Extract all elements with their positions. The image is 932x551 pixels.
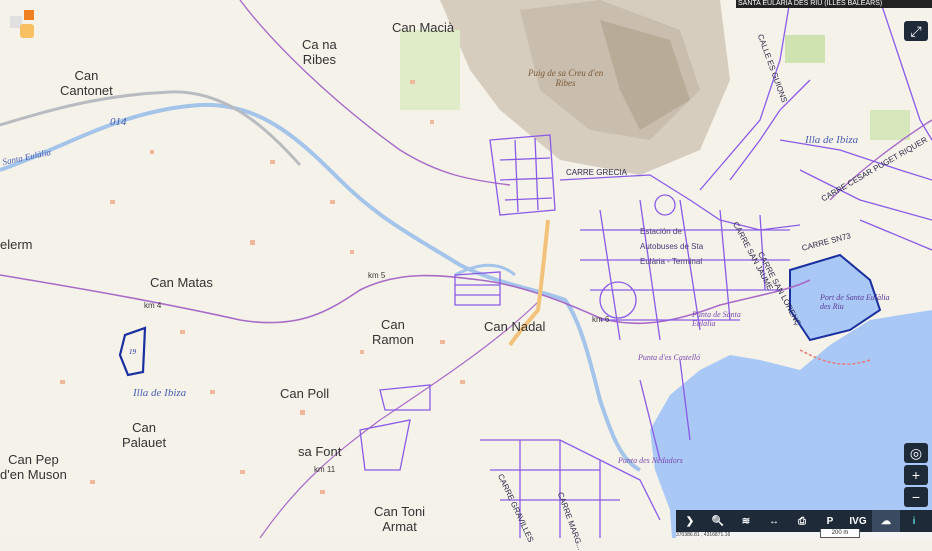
place-can-pep-en-muson: Can Pep d'en Muson: [0, 452, 67, 482]
toolbar-expand-button[interactable]: ❯: [676, 510, 704, 532]
ivg-label: IVG: [849, 515, 867, 527]
scale-bar: 200 m: [820, 529, 860, 538]
toolbar-search-button[interactable]: 🔍: [704, 510, 732, 532]
place-can-poll: Can Poll: [280, 386, 330, 401]
toolbar-basemap-button[interactable]: ☁: [872, 510, 900, 532]
km11-label: km 11: [314, 465, 336, 474]
road-014-label: 014: [110, 116, 127, 128]
plus-icon: +: [911, 467, 921, 483]
place-can-ramon: Can Ramon: [372, 317, 414, 347]
toolbar-layers-button[interactable]: ≋: [732, 510, 760, 532]
search-icon: 🔍: [711, 515, 725, 527]
place-can-macia: Can Macià: [392, 20, 455, 35]
app-logo-icon: [10, 10, 34, 38]
place-sa-font: sa Font: [298, 444, 342, 459]
peak-label: Puig de sa Creu d'en Ribes: [528, 68, 604, 88]
green-area: [400, 30, 460, 110]
fullscreen-icon: ⤢: [910, 22, 922, 39]
street-grecia: CARRE GRECIA: [566, 168, 627, 177]
map-canvas[interactable]: [0, 0, 932, 538]
place-can-toni-armat: Can Toni Armat: [374, 504, 426, 534]
bottom-toolbar: ❯ 🔍 ≋ ↔ ⎙ P IVG ☁ i: [676, 510, 932, 532]
parcel-19-label: 19: [129, 348, 136, 356]
parking-icon: P: [826, 515, 834, 527]
toolbar-measure-button[interactable]: ↔: [760, 510, 788, 532]
place-ca-na-ribes: Ca na Ribes: [302, 37, 337, 67]
measure-icon: ↔: [769, 515, 779, 527]
punta-castello-label: Punta d'es Castelló: [638, 353, 701, 362]
zoom-in-button[interactable]: +: [904, 465, 928, 485]
minus-icon: −: [911, 489, 921, 505]
nedadors-label: Punta des Nedadors: [618, 456, 683, 465]
illa-ibiza-west-label: Illa de Ibiza: [133, 387, 187, 399]
zoom-out-button[interactable]: −: [904, 487, 928, 507]
green-area: [785, 35, 825, 63]
km4-label: km 4: [144, 301, 162, 310]
basemap-icon: ☁: [881, 515, 891, 527]
print-icon: ⎙: [798, 515, 806, 527]
km6-label: km 6: [592, 315, 610, 324]
illa-ibiza-east-label: Illa de Ibiza: [805, 134, 859, 146]
layers-icon: ≋: [741, 515, 751, 527]
green-area: [870, 110, 910, 140]
locate-button[interactable]: ◎: [904, 443, 928, 463]
municipality-banner: SANTA EULÀRIA DES RIU (ILLES BALEARS): [736, 0, 932, 8]
fullscreen-button[interactable]: ⤢: [904, 21, 928, 41]
place-can-matas: Can Matas: [150, 275, 213, 290]
km5-label: km 5: [368, 271, 386, 280]
coordinate-readout: 370386.81 , 4316871.16: [676, 532, 932, 538]
bus-station-label: Estación de Autobuses de Sta Eulària - T…: [640, 227, 704, 266]
toolbar-info-button[interactable]: i: [900, 510, 928, 532]
chevron-right-icon: ❯: [685, 515, 695, 527]
info-icon: i: [912, 515, 916, 527]
locate-icon: ◎: [909, 444, 923, 461]
place-can-cantonet: Can Cantonet: [60, 68, 113, 98]
punta-santa-label: Punta de Santa Eulàlia: [692, 310, 741, 328]
toolbar-print-button[interactable]: ⎙: [788, 510, 816, 532]
place-elerm: elerm: [0, 237, 33, 252]
place-can-palauet: Can Palauet: [122, 420, 167, 450]
place-can-nadal: Can Nadal: [484, 319, 546, 334]
port-label: Port de Santa Eulàlia des Riu: [820, 293, 890, 311]
